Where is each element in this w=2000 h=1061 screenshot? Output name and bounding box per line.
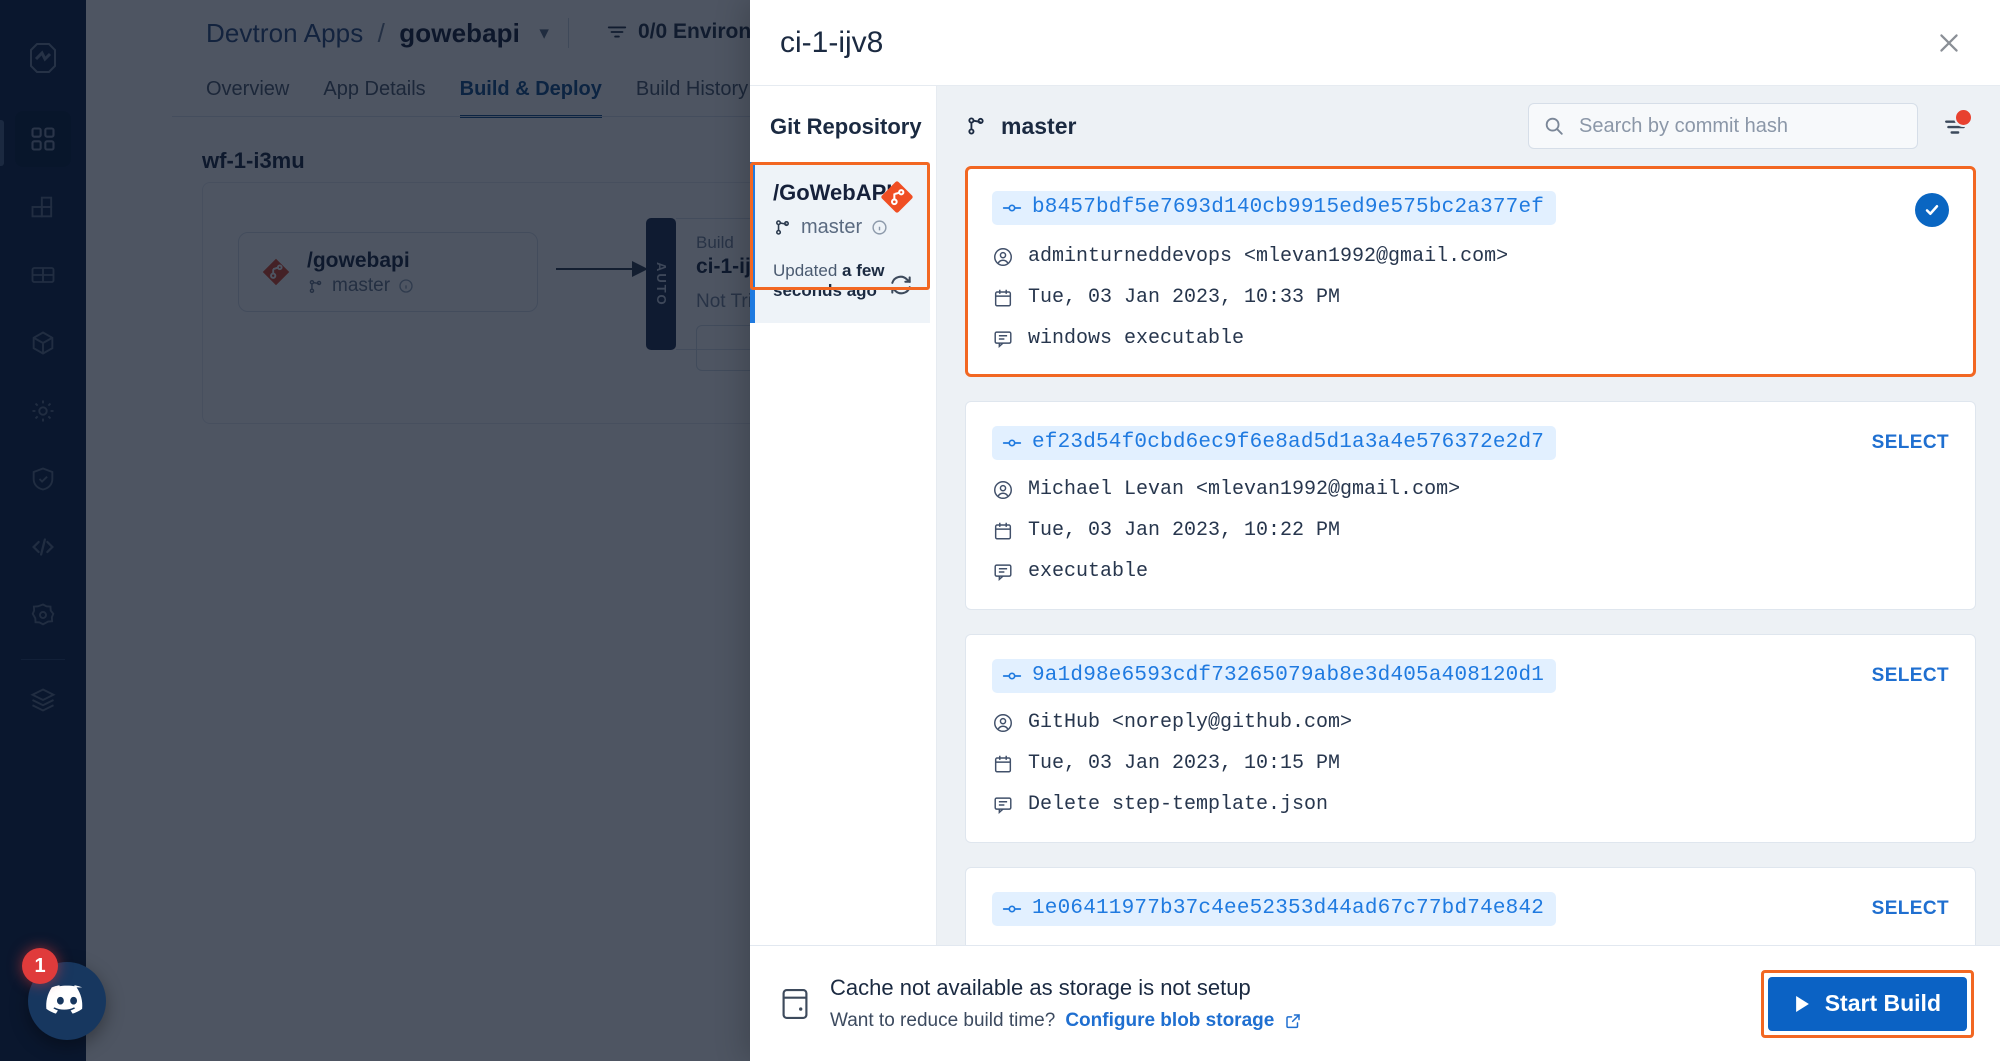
- selected-branch: master: [965, 113, 1076, 140]
- play-icon: [1794, 994, 1811, 1014]
- commit-select-button[interactable]: SELECT: [1872, 426, 1949, 454]
- commit-hash: b8457bdf5e7693d140cb9915ed9e575bc2a377ef: [1032, 196, 1545, 219]
- commit-author-row: Michael Levan <mlevan1992@gmail.com>: [992, 478, 1949, 501]
- commit-author: Michael Levan <mlevan1992@gmail.com>: [1028, 478, 1461, 501]
- commit-icon: [1002, 436, 1022, 450]
- cache-status: Cache not available as storage is not se…: [778, 975, 1302, 1032]
- commit-author-row: adminturneddevops <mlevan1992@gmail.com>: [992, 245, 1949, 268]
- cache-text: Cache not available as storage is not se…: [830, 975, 1302, 1032]
- commit-hash-row: b8457bdf5e7693d140cb9915ed9e575bc2a377ef: [992, 191, 1949, 227]
- info-icon[interactable]: [871, 219, 888, 236]
- search-input[interactable]: [1577, 113, 1903, 139]
- configure-blob-storage-link[interactable]: Configure blob storage: [1065, 1010, 1274, 1032]
- commit-hash-pill[interactable]: 1e06411977b37c4ee52353d44ad67c77bd74e842: [992, 892, 1557, 926]
- commit-list[interactable]: b8457bdf5e7693d140cb9915ed9e575bc2a377ef…: [937, 166, 2000, 945]
- commit-date: Tue, 03 Jan 2023, 10:15 PM: [1028, 752, 1341, 775]
- start-build-button[interactable]: Start Build: [1767, 976, 1967, 1031]
- git-branch-icon: [965, 115, 987, 137]
- commit-hash: 1e06411977b37c4ee52353d44ad67c77bd74e842: [1032, 897, 1545, 920]
- selected-branch-label: master: [1001, 112, 1077, 139]
- commit-author: GitHub <noreply@github.com>: [1028, 711, 1353, 734]
- calendar-icon: [992, 753, 1014, 775]
- git-repository-heading: Git Repository: [770, 114, 922, 139]
- filter-notification-dot: [1954, 108, 1973, 127]
- commit-date-row: Tue, 03 Jan 2023, 10:33 PM: [992, 286, 1949, 309]
- git-logo-icon: [880, 180, 914, 219]
- commit-hash-pill[interactable]: ef23d54f0cbd6ec9f6e8ad5d1a3a4e576372e2d7: [992, 426, 1557, 460]
- start-build-annotation: Start Build: [1760, 969, 1974, 1038]
- person-icon: [992, 479, 1014, 501]
- commit-message: windows executable: [1028, 327, 1245, 350]
- commit-icon: [1002, 669, 1022, 683]
- commit-card[interactable]: 1e06411977b37c4ee52353d44ad67c77bd74e842…: [965, 867, 1976, 945]
- cache-title: Cache not available as storage is not se…: [830, 975, 1251, 1000]
- commit-date-row: Tue, 03 Jan 2023, 10:22 PM: [992, 519, 1949, 542]
- external-link-icon[interactable]: [1284, 1012, 1302, 1030]
- cache-storage-icon: [778, 985, 812, 1023]
- repo-list: /GoWebAPI master Updated a few seconds a…: [750, 162, 936, 323]
- commit-message-row: windows executable: [992, 327, 1949, 350]
- message-icon: [992, 328, 1014, 350]
- close-icon[interactable]: [1926, 20, 1972, 66]
- commit-message: executable: [1028, 560, 1149, 583]
- search-icon: [1543, 115, 1565, 137]
- commit-message: Delete step-template.json: [1028, 793, 1329, 816]
- start-build-label: Start Build: [1824, 990, 1941, 1016]
- commit-icon: [1002, 201, 1022, 215]
- commit-author-row: GitHub <noreply@github.com>: [992, 711, 1949, 734]
- commit-message-row: executable: [992, 560, 1949, 583]
- message-icon: [992, 794, 1014, 816]
- message-icon: [992, 561, 1014, 583]
- commit-date: Tue, 03 Jan 2023, 10:33 PM: [1028, 286, 1341, 309]
- commit-date: Tue, 03 Jan 2023, 10:22 PM: [1028, 519, 1341, 542]
- screen: Devtron Apps / gowebapi ▾ 0/0 Environmen…: [0, 0, 2000, 1061]
- commit-card[interactable]: b8457bdf5e7693d140cb9915ed9e575bc2a377ef…: [965, 166, 1976, 377]
- commit-select-button[interactable]: SELECT: [1872, 659, 1949, 687]
- commit-hash-row: 9a1d98e6593cdf73265079ab8e3d405a408120d1…: [992, 659, 1949, 693]
- person-icon: [992, 712, 1014, 734]
- commit-hash-pill[interactable]: b8457bdf5e7693d140cb9915ed9e575bc2a377ef: [992, 191, 1557, 225]
- commit-message-row: Delete step-template.json: [992, 793, 1949, 816]
- commit-icon: [1002, 902, 1022, 916]
- commit-hash: ef23d54f0cbd6ec9f6e8ad5d1a3a4e576372e2d7: [1032, 431, 1545, 454]
- commit-hash-row: 1e06411977b37c4ee52353d44ad67c77bd74e842…: [992, 892, 1949, 926]
- commit-hash-row: ef23d54f0cbd6ec9f6e8ad5d1a3a4e576372e2d7…: [992, 426, 1949, 460]
- modal-header: ci-1-ijv8: [750, 0, 2000, 86]
- cache-question: Want to reduce build time?: [830, 1010, 1056, 1031]
- repo-branch: master: [773, 216, 914, 239]
- modal-body: Git Repository /GoWebAPI master Updated …: [750, 86, 2000, 945]
- commit-date-row: Tue, 03 Jan 2023, 10:15 PM: [992, 752, 1949, 775]
- select-material-modal: ci-1-ijv8 Git Repository /GoWebAPI maste…: [750, 0, 2000, 1061]
- repo-card-gowebapi[interactable]: /GoWebAPI master Updated a few seconds a…: [750, 162, 930, 323]
- git-branch-icon: [773, 218, 792, 237]
- commit-hash: 9a1d98e6593cdf73265079ab8e3d405a408120d1: [1032, 664, 1545, 687]
- repo-branch-label: master: [801, 216, 863, 238]
- commit-card[interactable]: ef23d54f0cbd6ec9f6e8ad5d1a3a4e576372e2d7…: [965, 401, 1976, 610]
- person-icon: [992, 246, 1014, 268]
- discord-unread-badge: 1: [22, 948, 58, 984]
- cache-subtitle: Want to reduce build time? Configure blo…: [830, 1010, 1302, 1032]
- commit-list-header: master: [937, 86, 2000, 166]
- modal-backdrop[interactable]: [0, 0, 750, 1061]
- search-commit-box[interactable]: [1528, 103, 1918, 149]
- commit-author: adminturneddevops <mlevan1992@gmail.com>: [1028, 245, 1509, 268]
- commit-list-pane: master Search by commit hash b8457bdf5e7…: [937, 86, 2000, 945]
- refresh-icon[interactable]: [888, 272, 914, 303]
- calendar-icon: [992, 520, 1014, 542]
- git-repository-pane: Git Repository /GoWebAPI master Updated …: [750, 86, 937, 945]
- commit-selected-check-icon: [1915, 193, 1949, 227]
- filter-icon[interactable]: [1936, 106, 1976, 146]
- modal-title: ci-1-ijv8: [780, 25, 884, 59]
- commit-card[interactable]: 9a1d98e6593cdf73265079ab8e3d405a408120d1…: [965, 634, 1976, 843]
- calendar-icon: [992, 287, 1014, 309]
- modal-footer: Cache not available as storage is not se…: [750, 945, 2000, 1061]
- commit-hash-pill[interactable]: 9a1d98e6593cdf73265079ab8e3d405a408120d1: [992, 659, 1557, 693]
- commit-select-button[interactable]: SELECT: [1872, 892, 1949, 920]
- repo-updated-label: Updated: [773, 261, 838, 280]
